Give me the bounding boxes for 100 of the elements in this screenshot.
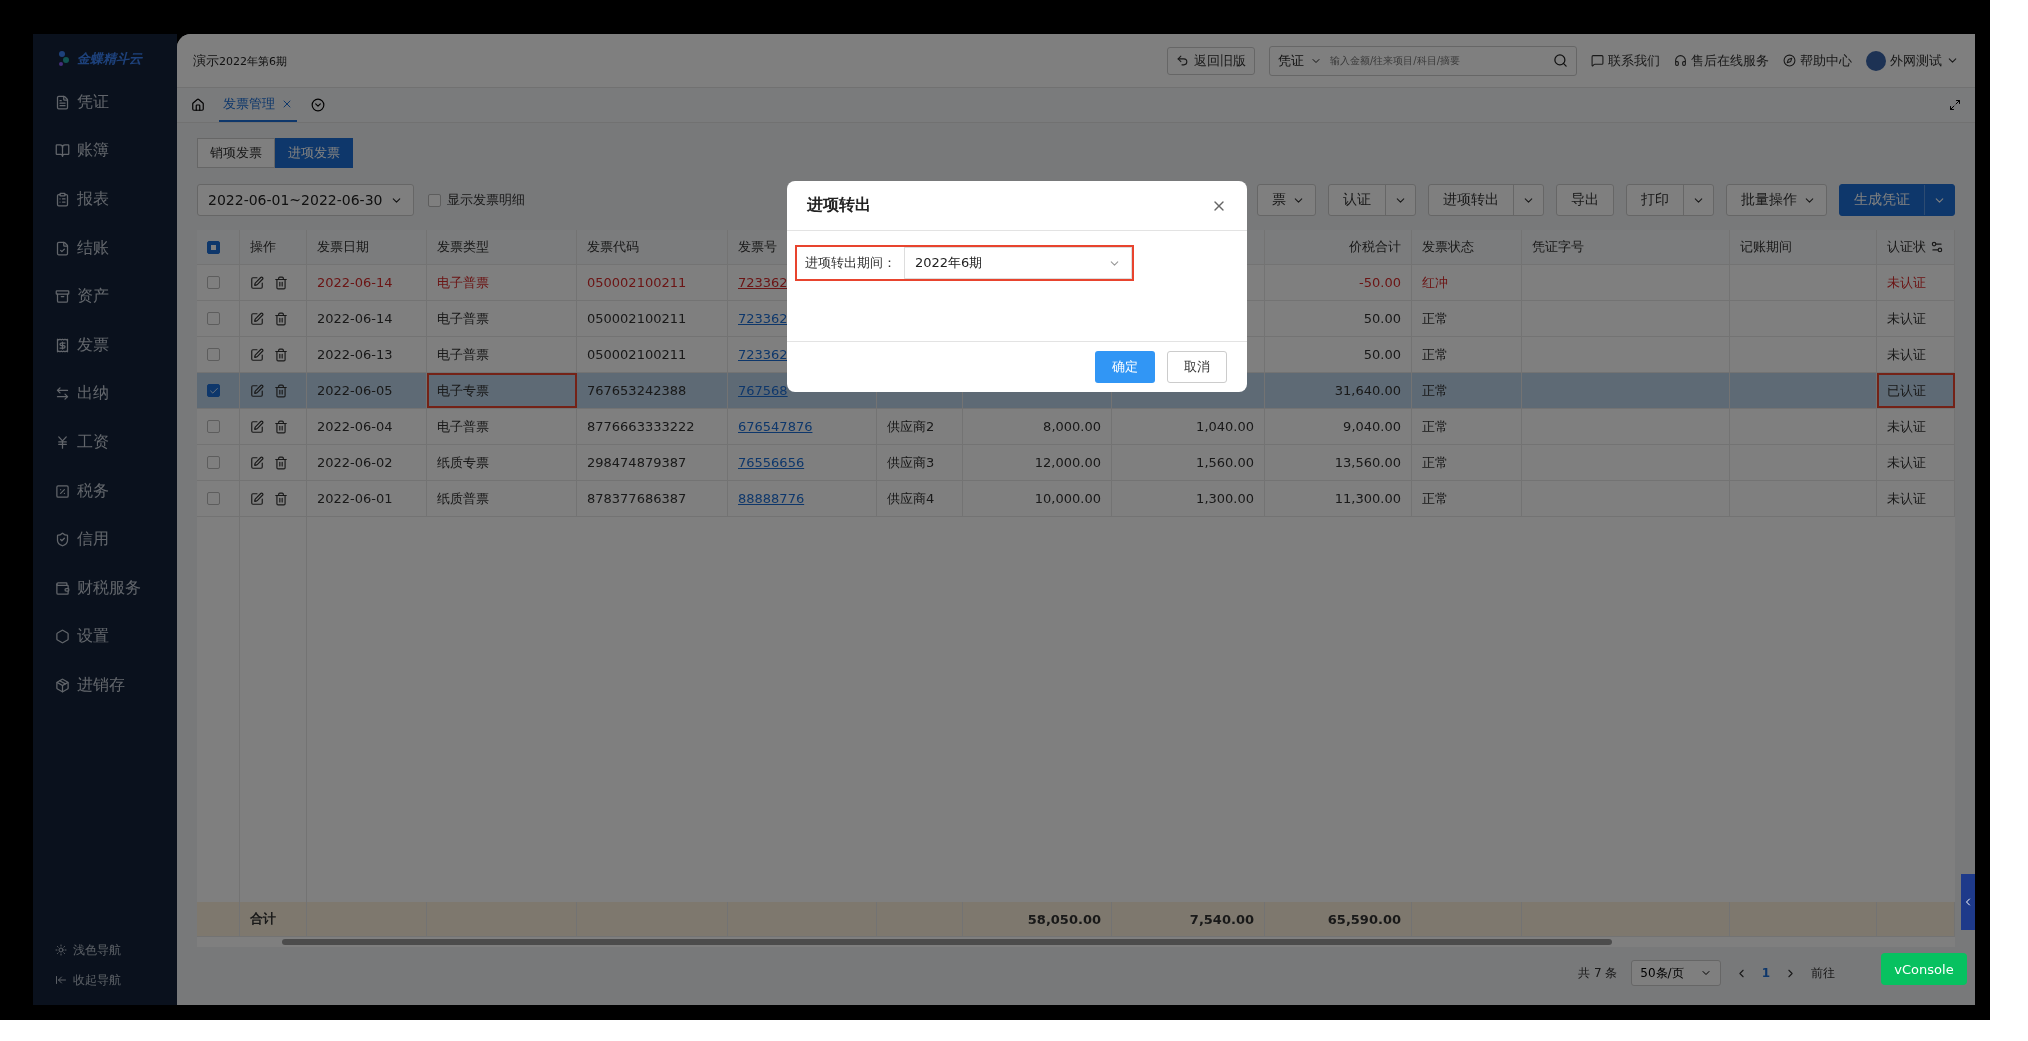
column-header: 发票代码: [587, 238, 639, 256]
vconsole-button[interactable]: vConsole: [1881, 953, 1967, 985]
period-select[interactable]: 2022年6期: [904, 247, 1132, 279]
row-checkbox[interactable]: [207, 276, 220, 289]
edit-icon: [250, 383, 264, 398]
table-cell: 11,300.00: [1334, 491, 1401, 506]
period-field[interactable]: 进项转出期间： 2022年6期: [797, 247, 1132, 279]
edit-icon: [250, 455, 264, 470]
header-link[interactable]: 售后在线服务: [1674, 51, 1769, 70]
total-label: 合计: [250, 910, 276, 928]
sidebar-item[interactable]: 信用: [55, 515, 177, 564]
home-icon: [191, 98, 205, 112]
row-checkbox[interactable]: [207, 384, 220, 397]
table-cell: 正常: [1422, 345, 1448, 364]
toolbar-button[interactable]: 打印: [1626, 184, 1714, 216]
sidebar-item[interactable]: 税务: [55, 466, 177, 516]
nav-icon: [55, 434, 70, 450]
sidebar-item[interactable]: 资产: [55, 272, 177, 321]
page-size-select[interactable]: 50条/页: [1631, 960, 1721, 986]
table-cell: 2022-06-13: [317, 347, 393, 362]
nav-icon: [55, 337, 70, 353]
edit-icon: [250, 311, 264, 326]
table-cell: 纸质普票: [437, 489, 489, 508]
nav-icon: [55, 94, 70, 110]
invoice-number-link[interactable]: 723362: [738, 275, 788, 290]
invoice-tab[interactable]: 销项发票: [197, 138, 275, 168]
sidebar-item[interactable]: 进销存: [55, 661, 177, 710]
sidebar-item[interactable]: 发票: [55, 320, 177, 370]
table-cell: 未认证: [1887, 453, 1926, 472]
toolbar-button[interactable]: 认证: [1328, 184, 1416, 216]
invoice-number-link[interactable]: 676547876: [738, 419, 813, 434]
toolbar-button[interactable]: 票: [1257, 184, 1316, 216]
table-cell: 2022-06-04: [317, 419, 393, 434]
sidebar-item[interactable]: 报表: [55, 175, 177, 224]
row-checkbox[interactable]: [207, 492, 220, 505]
sidebar-item[interactable]: 出纳: [55, 369, 177, 419]
sidebar-item[interactable]: 结账: [55, 223, 177, 273]
nav-icon: [55, 483, 70, 499]
date-range-select[interactable]: 2022-06-01~2022-06-30: [197, 184, 415, 216]
table-row[interactable]: 2022-06-04 电子普票 8776663333222 676547876 供应商2 8,000.00 1,040.00 9,040.00 正常 未认证: [197, 409, 1955, 445]
table-cell: 298474879387: [587, 455, 687, 470]
page-tab[interactable]: 发票管理: [219, 88, 297, 122]
back-button[interactable]: 返回旧版: [1167, 46, 1255, 75]
table-cell: 未认证: [1887, 309, 1926, 328]
invoice-number-link[interactable]: 88888776: [738, 491, 805, 506]
toolbar-button[interactable]: 生成凭证: [1839, 184, 1955, 216]
nav-icon: [55, 192, 70, 207]
column-header: 认证状: [1887, 238, 1926, 256]
table-cell: 正常: [1422, 417, 1448, 436]
delete-icon: [274, 275, 288, 290]
table-cell: 红冲: [1422, 273, 1448, 292]
invoice-number-link[interactable]: 723362: [738, 347, 788, 362]
checkbox[interactable]: [428, 193, 442, 207]
table-cell: 未认证: [1887, 489, 1926, 508]
sidebar-item[interactable]: 凭证: [55, 78, 177, 127]
page-number[interactable]: 1: [1761, 966, 1770, 980]
table-cell: 正常: [1422, 381, 1448, 400]
toolbar-button[interactable]: 导出: [1556, 184, 1614, 216]
row-checkbox[interactable]: [207, 420, 220, 433]
user-menu[interactable]: 外网测试: [1866, 50, 1959, 71]
logo: 金蝶精斗云: [57, 50, 177, 68]
link-icon: [1674, 54, 1687, 67]
link-icon: [1591, 54, 1604, 67]
scrollbar[interactable]: [282, 939, 1612, 945]
table-cell: 31,640.00: [1334, 383, 1401, 398]
toolbar-button[interactable]: 批量操作: [1726, 184, 1827, 216]
table-row[interactable]: 2022-06-01 纸质普票 878377686387 88888776 供应商4 10,000.00 1,300.00 11,300.00 正常 未认证: [197, 481, 1955, 517]
sidebar-footer-item[interactable]: 收起导航: [55, 965, 177, 995]
delete-icon: [274, 455, 288, 470]
invoice-number-link[interactable]: 767568: [738, 383, 788, 398]
nav-icon: [55, 143, 70, 159]
table-cell: 未认证: [1887, 273, 1926, 292]
invoice-number-link[interactable]: 76556656: [738, 455, 805, 470]
table-row[interactable]: 2022-06-02 纸质专票 298474879387 76556656 供应商3 12,000.00 1,560.00 13,560.00 正常 未认证: [197, 445, 1955, 481]
sidebar-item[interactable]: 账簿: [55, 126, 177, 176]
table-cell: 2022-06-14: [317, 311, 393, 326]
confirm-button[interactable]: 确定: [1095, 351, 1155, 383]
side-collapse-tab[interactable]: [1961, 874, 1975, 930]
table-cell: 1,300.00: [1196, 491, 1254, 506]
table-cell: 878377686387: [587, 491, 687, 506]
row-checkbox[interactable]: [207, 456, 220, 469]
close-icon: [281, 98, 293, 110]
header-link[interactable]: 帮助中心: [1783, 51, 1852, 70]
sidebar-footer-item[interactable]: 浅色导航: [55, 935, 177, 965]
select-all-checkbox[interactable]: [207, 240, 220, 254]
sidebar-item[interactable]: 设置: [55, 612, 177, 662]
cancel-button[interactable]: 取消: [1167, 351, 1227, 383]
table-cell: 12,000.00: [1034, 455, 1101, 470]
sidebar-item[interactable]: 财税服务: [55, 563, 177, 613]
toolbar-button[interactable]: 进项转出: [1428, 184, 1544, 216]
row-checkbox[interactable]: [207, 348, 220, 361]
header-link[interactable]: 联系我们: [1591, 51, 1660, 70]
invoice-tab[interactable]: 进项发票: [275, 138, 353, 168]
table-cell: 2022-06-02: [317, 455, 393, 470]
table-cell: 2022-06-14: [317, 275, 393, 290]
row-checkbox[interactable]: [207, 312, 220, 325]
table-cell: 50.00: [1363, 311, 1401, 326]
invoice-number-link[interactable]: 723362: [738, 311, 788, 326]
table-cell: 2022-06-01: [317, 491, 393, 506]
sidebar-item[interactable]: 工资: [55, 418, 177, 467]
